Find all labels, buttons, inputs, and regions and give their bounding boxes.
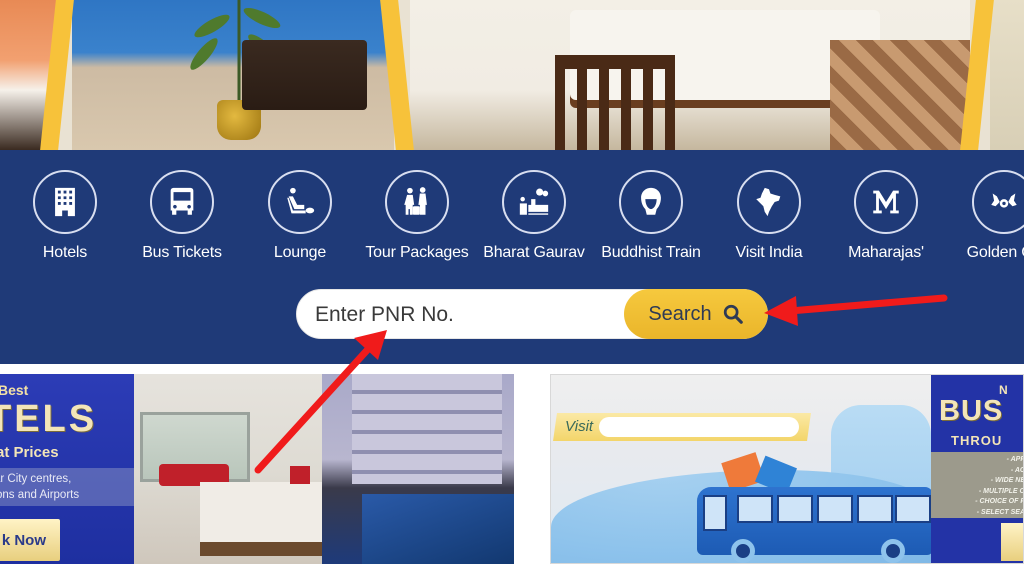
bus-wheel [881,539,905,563]
bus-window [857,495,893,523]
india-map-icon [756,187,781,217]
bus-promo-text-panel: N BUS THROU - APP - AC - WIDE NE - MULTI… [931,375,1024,563]
service-icon-circle [854,170,918,234]
service-hotels[interactable]: Hotels [6,170,124,262]
bus-illustration-icon [697,487,933,563]
service-label: Tour Packages [365,244,469,261]
service-icon-circle [150,170,214,234]
pnr-search-button[interactable]: Search [624,289,768,339]
service-icon-circle [268,170,332,234]
service-label: Hotels [42,244,88,261]
bus-icon [170,187,194,215]
bus-window [703,495,727,531]
promo-location-strip: ar City centres, ons and Airports [0,468,134,506]
service-label: Golden Ch [966,244,1024,261]
services-band: Hotels Bus Tickets Lounge Tour Packages [0,150,1024,364]
service-label: Lounge [273,244,327,261]
promo-feature: - CHOICE OF P [975,498,1024,505]
service-icon-circle [972,170,1024,234]
service-icon-circle [385,170,449,234]
bus-window [777,495,813,523]
service-lounge[interactable]: Lounge [241,170,359,262]
book-bus-button[interactable] [1001,523,1023,561]
service-label: Maharajas' [848,244,924,261]
visit-url-field [599,417,799,437]
hero-photo-room-4 [990,0,1024,150]
promo-features-list: - APP - AC - WIDE NE - MULTIPLE O - CHOI… [931,452,1024,518]
bed-decor [200,482,322,542]
travellers-luggage-icon [404,187,427,215]
hotel-pool-photo [322,374,514,564]
golden-chariot-icon [991,193,1017,208]
leaf-decor [186,34,222,74]
hero-photo-carousel[interactable] [0,0,1024,150]
promo-hotels-title: TELS [0,398,98,440]
hero-photo-room-2 [72,0,394,150]
service-label: Bharat Gaurav [483,244,585,261]
chair-decor [555,55,675,150]
services-nav: Hotels Bus Tickets Lounge Tour Packages [0,170,1024,270]
book-now-button[interactable]: k Now [0,519,60,561]
service-label: Buddhist Train [601,244,701,261]
service-tour-packages[interactable]: Tour Packages [358,170,476,262]
table-decor [242,40,367,110]
promo-feature: - APP [1006,456,1024,463]
service-bus-tickets[interactable]: Bus Tickets [123,170,241,262]
hotel-building-icon [55,187,75,217]
promo-location-line: ons and Airports [0,489,80,501]
hotels-promo-text-panel: Best TELS at Prices ar City centres, ons… [0,374,134,564]
steam-train-icon [519,188,549,215]
hero-photo-room-3 [410,0,970,150]
hotel-room-photo [134,374,322,564]
promo-location-line: ar City centres, [0,473,72,485]
bus-wheel [731,539,755,563]
promo-bus-title: BUS [939,395,1004,427]
service-icon-circle [502,170,566,234]
promo-feature: - MULTIPLE O [978,487,1024,495]
promo-through-text: THROU [951,433,1003,448]
service-bharat-gaurav[interactable]: Bharat Gaurav [475,170,593,262]
bus-window [817,495,853,523]
page: Hotels Bus Tickets Lounge Tour Packages [0,0,1024,576]
search-icon [723,304,743,324]
promo-feature: - WIDE NE [990,477,1024,484]
bus-promo-banner[interactable]: Visit N BUS THROU - APP - AC - WIDE NE -… [550,374,1024,564]
promo-feature: - AC [1010,466,1024,474]
service-label: Visit India [735,244,803,261]
hotels-promo-banner[interactable]: Best TELS at Prices ar City centres, ons… [0,374,514,564]
service-maharajas[interactable]: Maharajas' [827,170,945,262]
service-icon-circle [33,170,97,234]
maharajas-monogram-icon [873,190,899,214]
service-label: Bus Tickets [142,244,222,261]
promo-best-text: Best [0,382,29,398]
pnr-input[interactable] [315,298,615,332]
building-decor [352,374,502,484]
promo-prices-text: at Prices [0,444,59,461]
pool-decor [362,494,514,564]
promo-feature: - SELECT SEA [976,508,1024,516]
floor-decor [830,40,970,150]
visit-label: Visit [565,418,594,435]
pnr-search-bar: Search [296,289,768,339]
bus-window [895,495,931,523]
service-icon-circle [737,170,801,234]
bus-window [737,495,773,523]
service-visit-india[interactable]: Visit India [710,170,828,262]
buddha-head-icon [641,187,661,215]
service-buddhist-train[interactable]: Buddhist Train [592,170,710,262]
bus-promo-illustration: Visit [551,375,933,563]
lounge-seat-icon [287,187,315,214]
service-golden-chariot[interactable]: Golden Ch [945,170,1024,262]
service-icon-circle [619,170,683,234]
search-button-label: Search [648,302,712,325]
pillow-decor [290,466,310,484]
